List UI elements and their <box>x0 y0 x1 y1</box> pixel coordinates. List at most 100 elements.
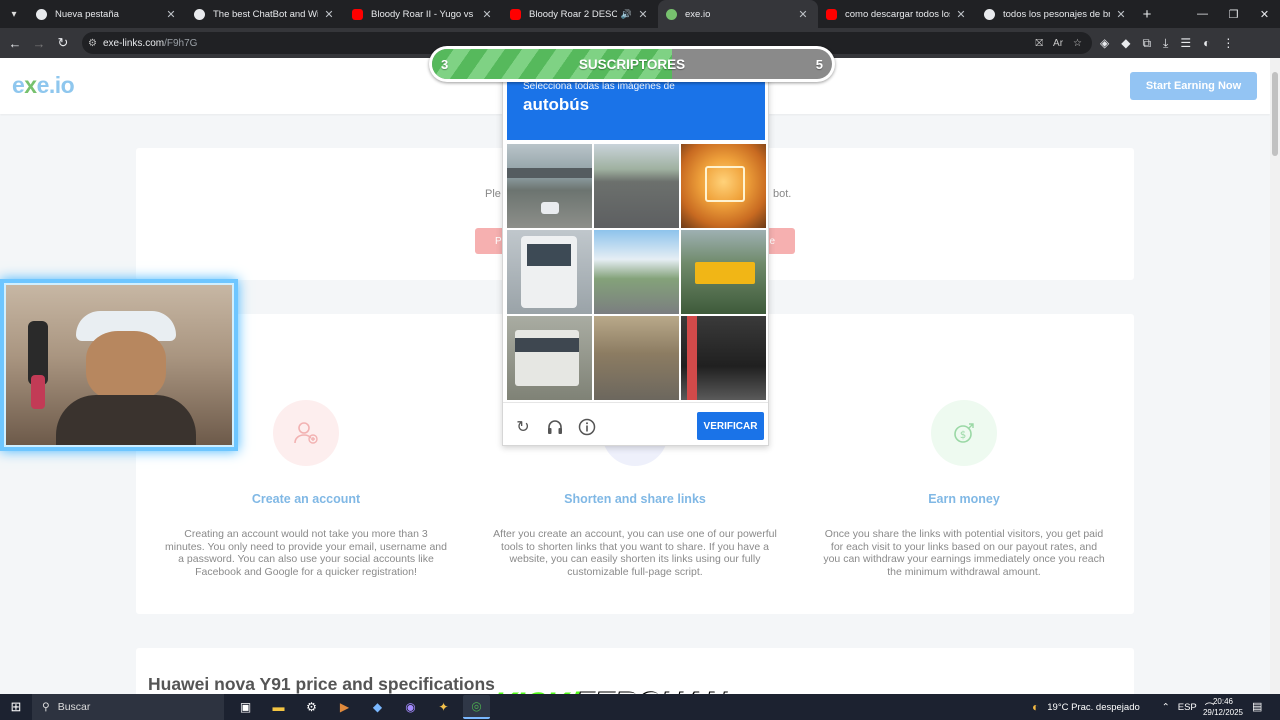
verify-button[interactable]: VERIFICAR <box>697 412 764 440</box>
youtube-icon <box>352 8 363 20</box>
extension-icons: ◈ ◆ ⧉ ⤓ ☰ ◐ ⋮ <box>1100 28 1234 58</box>
refresh-icon[interactable]: ↻ <box>513 417 533 437</box>
restore-icon[interactable]: ❐ <box>1218 8 1249 21</box>
weather-icon[interactable]: ◐ <box>1032 700 1039 714</box>
tray-overflow-icon[interactable]: ⌃ <box>1162 702 1170 713</box>
feature-title: Shorten and share links <box>564 492 706 506</box>
feature-description: After you create an account, you can use… <box>493 528 777 578</box>
tab-title: Bloody Roar 2 DESCARGAR <box>529 8 617 20</box>
reload-icon[interactable]: ↻ <box>51 35 75 51</box>
audio-challenge-icon[interactable] <box>545 417 565 437</box>
captcha-tile-school-bus[interactable] <box>681 230 766 314</box>
chrome-taskbar-icon[interactable]: ◎ <box>463 695 490 719</box>
tab-title: Bloody Roar II - Yugo vs Gado <box>371 8 476 20</box>
captcha-tile-motorcycle[interactable] <box>681 316 766 400</box>
obs-icon[interactable]: ◉ <box>397 695 424 719</box>
browser-tab[interactable]: Nueva pestaña ✕ <box>28 0 186 28</box>
subscriber-goal-track: 3 SUSCRIPTORES 5 <box>432 49 832 79</box>
tab-title: Nueva pestaña <box>55 8 119 20</box>
back-icon[interactable]: ← <box>3 36 27 51</box>
settings-icon[interactable]: ⚙ <box>298 695 325 719</box>
tab-close-icon[interactable]: ✕ <box>1114 8 1128 21</box>
minimize-icon[interactable]: — <box>1187 8 1218 21</box>
close-window-icon[interactable]: ✕ <box>1249 8 1280 21</box>
task-view-icon[interactable]: ▣ <box>232 695 259 719</box>
translate-label[interactable]: Ar <box>1053 38 1063 49</box>
windows-start-icon[interactable]: ⊞ <box>0 699 32 715</box>
subscriber-goal-bar: 3 SUSCRIPTORES 5 <box>429 46 835 82</box>
app-icon[interactable]: ◆ <box>364 695 391 719</box>
page-scrollbar[interactable] <box>1270 58 1280 694</box>
tabs-container: Nueva pestaña✕The best ChatBot and Widge… <box>28 0 1136 28</box>
money-icon: $ <box>931 400 997 466</box>
tab-close-icon[interactable]: ✕ <box>636 8 650 21</box>
site-logo[interactable]: exe.io <box>12 72 75 99</box>
clock-date: 29/12/2025 <box>1202 708 1244 717</box>
notification-icon[interactable]: ▤ <box>1252 700 1262 713</box>
browser-tab[interactable]: todos los pesonajes de br2 ✕ <box>976 0 1136 28</box>
feature-earn-money: $ Earn money Once you share the links wi… <box>814 400 1114 578</box>
captcha-tile-highway[interactable] <box>594 144 679 228</box>
no-image-icon[interactable]: ⛝ <box>1035 38 1043 49</box>
url-host: exe-links.com <box>102 37 165 49</box>
url-path: /F9h7G <box>164 37 198 49</box>
search-icon: ⚲ <box>42 701 50 713</box>
bookmark-star-icon[interactable]: ☆ <box>1073 38 1082 49</box>
captcha-tile-white-truck[interactable] <box>507 230 592 314</box>
shield-extension-icon[interactable]: ◈ <box>1100 36 1109 50</box>
game-app-icon[interactable]: ✦ <box>430 695 457 719</box>
taskbar-apps: ▣ ▬ ⚙ ▶ ◆ ◉ ✦ ◎ <box>232 695 490 719</box>
chrome-icon <box>36 8 47 20</box>
tab-close-icon[interactable]: ✕ <box>796 8 810 21</box>
chatbot-icon <box>194 8 205 20</box>
tab-close-icon[interactable]: ✕ <box>164 8 178 21</box>
site-info-icon[interactable]: ⚙ <box>88 38 97 49</box>
tab-title: exe.io <box>685 8 711 20</box>
captcha-tile-white-bus[interactable] <box>507 316 592 400</box>
forward-icon[interactable]: → <box>27 36 51 51</box>
extensions-puzzle-icon[interactable]: ⧉ <box>1142 36 1151 51</box>
browser-tab[interactable]: The best ChatBot and Widgets ✕ <box>186 0 344 28</box>
youtube-icon <box>826 8 837 20</box>
scrollbar-thumb[interactable] <box>1272 72 1278 156</box>
new-tab-button[interactable]: + <box>1136 6 1158 23</box>
language-indicator[interactable]: ESP <box>1178 702 1197 713</box>
tab-title: como descargar todos los pers <box>845 8 950 20</box>
tab-title: The best ChatBot and Widgets <box>213 8 318 20</box>
weather-text[interactable]: 19°C Prac. despejado <box>1047 702 1140 713</box>
info-icon[interactable] <box>577 417 597 437</box>
browser-tab-strip: ▾ Nueva pestaña✕The best ChatBot and Wid… <box>0 0 1280 28</box>
tab-close-icon[interactable]: ✕ <box>954 8 968 21</box>
browser-tab[interactable]: como descargar todos los pers ✕ <box>818 0 976 28</box>
captcha-instruction: Selecciona todas las imágenes de <box>523 81 675 92</box>
tab-close-icon[interactable]: ✕ <box>480 8 494 21</box>
reading-list-icon[interactable]: ☰ <box>1180 36 1191 50</box>
window-controls: — ❐ ✕ <box>1187 8 1280 21</box>
user-add-icon <box>273 400 339 466</box>
webcam-video <box>4 283 234 447</box>
start-earning-button[interactable]: Start Earning Now <box>1130 72 1257 100</box>
captcha-tile-truck-front[interactable] <box>681 144 766 228</box>
tab-search-icon[interactable]: ▾ <box>0 0 28 28</box>
taskbar-clock[interactable]: 20:46 29/12/2025 <box>1198 696 1248 718</box>
browser-tab[interactable]: exe.io ✕ <box>658 0 818 28</box>
tab-close-icon[interactable]: ✕ <box>322 8 336 21</box>
tab-audio-icon[interactable]: 🔊 <box>621 9 632 20</box>
clock-time: 20:46 <box>1212 697 1234 706</box>
captcha-tile-bridge-road[interactable] <box>507 144 592 228</box>
profile-avatar-icon[interactable]: ◐ <box>1203 36 1210 50</box>
download-icon[interactable]: ⤓ <box>1163 36 1168 51</box>
taskbar-search[interactable]: ⚲ Buscar <box>32 694 224 720</box>
media-player-icon[interactable]: ▶ <box>331 695 358 719</box>
article-heading: Huawei nova Y91 price and specifications <box>148 674 495 694</box>
browser-tab[interactable]: Bloody Roar II - Yugo vs Gado ✕ <box>344 0 502 28</box>
captcha-tile-street[interactable] <box>594 316 679 400</box>
system-tray: ◐ 19°C Prac. despejado ⌃ ESP ⌒ <box>1032 694 1214 720</box>
browser-menu-icon[interactable]: ⋮ <box>1222 36 1234 50</box>
browser-tab[interactable]: Bloody Roar 2 DESCARGAR 🔊 ✕ <box>502 0 658 28</box>
diamond-extension-icon[interactable]: ◆ <box>1121 36 1130 50</box>
svg-text:$: $ <box>960 430 966 441</box>
captcha-tile-cloudy-road[interactable] <box>594 230 679 314</box>
file-explorer-icon[interactable]: ▬ <box>265 695 292 719</box>
feature-title: Create an account <box>251 492 361 506</box>
